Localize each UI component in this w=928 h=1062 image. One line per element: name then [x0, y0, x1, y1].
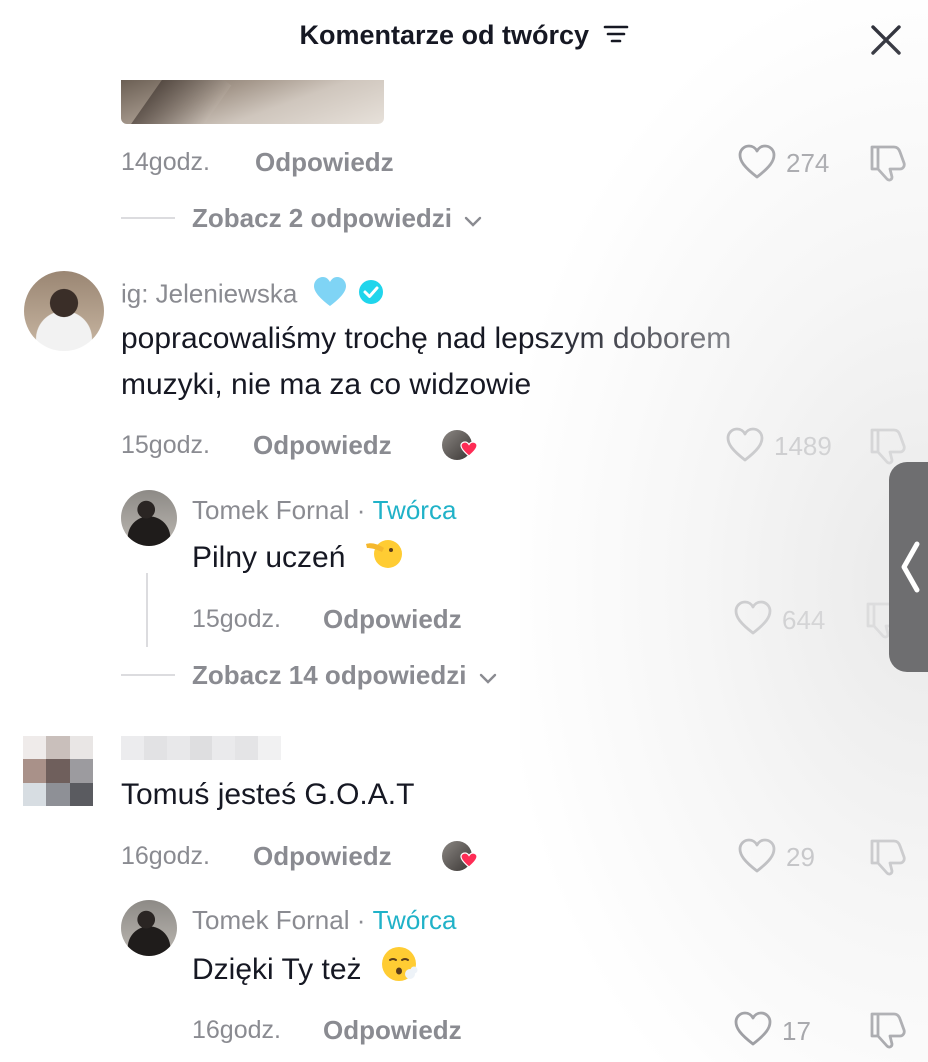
reply-button[interactable]: Odpowiedz: [323, 1015, 462, 1046]
header-title: Komentarze od twórcy: [299, 20, 590, 50]
view-replies-button[interactable]: Zobacz 14 odpowiedzi: [192, 660, 498, 693]
reply-text: Dzięki Ty też: [192, 945, 418, 997]
light-blue-heart-emoji: [313, 276, 347, 315]
creator-badge: Twórca: [372, 495, 457, 525]
username-label: ig: Jeleniewska: [121, 278, 298, 309]
chevron-down-icon: [478, 662, 498, 693]
username-label: Tomek Fornal: [192, 495, 350, 525]
reply-button[interactable]: Odpowiedz: [253, 430, 392, 461]
like-heart-icon[interactable]: [738, 838, 776, 879]
creator-avatar[interactable]: [121, 900, 177, 956]
reply-text-label: Pilny uczeń: [192, 540, 346, 574]
close-icon[interactable]: [866, 20, 906, 60]
creator-badge: Twórca: [372, 905, 457, 935]
reply-text-label: Dzięki Ty też: [192, 952, 362, 986]
like-count: 17: [782, 1016, 811, 1046]
pixelated-avatar[interactable]: [23, 736, 93, 806]
like-count: 274: [786, 148, 830, 178]
verified-check-icon: [358, 279, 384, 312]
face-peeking-emoji: [364, 534, 404, 584]
filter-icon[interactable]: [603, 21, 629, 52]
avatar[interactable]: [24, 271, 104, 351]
comment-time: 15godz.: [121, 431, 210, 459]
like-count: 1489: [774, 431, 832, 461]
separator-dot: ·: [349, 905, 373, 935]
side-panel-tab[interactable]: [889, 462, 928, 672]
like-count: 644: [782, 605, 826, 635]
comment-time: 14godz.: [121, 148, 210, 176]
comments-header: Komentarze od twórcy: [0, 20, 928, 52]
divider-line: [121, 674, 175, 676]
creator-avatar[interactable]: [121, 490, 177, 546]
creator-liked-avatar: [442, 430, 478, 460]
reply-button[interactable]: Odpowiedz: [323, 604, 462, 635]
like-heart-icon[interactable]: [726, 427, 764, 468]
chevron-left-icon: [901, 541, 920, 593]
view-replies-button[interactable]: Zobacz 2 odpowiedzi: [192, 203, 483, 236]
reply-button[interactable]: Odpowiedz: [255, 147, 394, 178]
separator-dot: ·: [349, 495, 373, 525]
view-replies-label: Zobacz 2 odpowiedzi: [192, 203, 453, 233]
thread-line: [146, 573, 148, 647]
creator-liked-avatar: [442, 841, 478, 871]
dislike-icon[interactable]: [864, 143, 908, 188]
pixelated-username[interactable]: [121, 736, 281, 760]
comment-text: Tomuś jesteś G.O.A.T: [121, 778, 415, 811]
comment-time: 16godz.: [121, 842, 210, 870]
reply-text: Pilny uczeń: [192, 534, 404, 584]
red-heart-icon: [460, 852, 478, 873]
comment-image-thumbnail[interactable]: [121, 80, 384, 124]
view-replies-label: Zobacz 14 odpowiedzi: [192, 660, 467, 690]
reply-username[interactable]: Tomek Fornal · Twórca: [192, 905, 456, 936]
like-heart-icon[interactable]: [738, 144, 776, 185]
username-label: Tomek Fornal: [192, 905, 350, 935]
comment-text-line: popracowaliśmy trochę nad lepszym dobore…: [121, 322, 732, 355]
comment-text-line: muzyki, nie ma za co widzowie: [121, 368, 532, 401]
dislike-icon[interactable]: [864, 1010, 908, 1055]
like-heart-icon[interactable]: [734, 1011, 772, 1052]
reply-time: 15godz.: [192, 605, 281, 633]
reply-button[interactable]: Odpowiedz: [253, 841, 392, 872]
like-heart-icon[interactable]: [734, 600, 772, 641]
face-exhaling-emoji: [380, 945, 418, 997]
red-heart-icon: [460, 441, 478, 462]
divider-line: [121, 217, 175, 219]
like-count: 29: [786, 842, 815, 872]
reply-username[interactable]: Tomek Fornal · Twórca: [192, 495, 456, 526]
comment-username[interactable]: ig: Jeleniewska: [121, 276, 384, 315]
dislike-icon[interactable]: [864, 837, 908, 882]
reply-time: 16godz.: [192, 1016, 281, 1044]
chevron-down-icon: [463, 205, 483, 236]
